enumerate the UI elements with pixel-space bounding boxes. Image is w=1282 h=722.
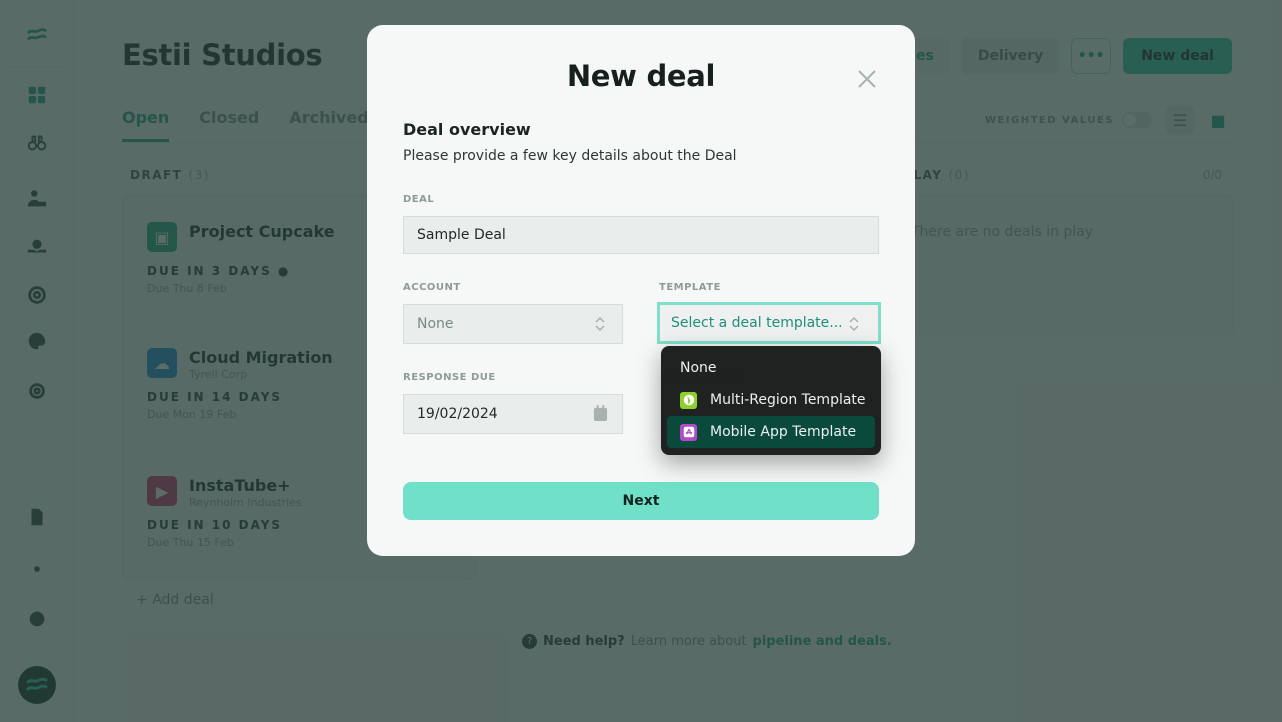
deal-name-value: Sample Deal [417,227,506,243]
chevron-up-down-icon [848,315,860,337]
template-option-multi-region[interactable]: Multi-Region Template [667,384,875,416]
deal-name-input[interactable]: Sample Deal [403,216,879,254]
globe-icon [680,391,697,409]
template-placeholder: Select a deal template... [671,315,843,331]
chevron-up-down-icon [594,315,606,337]
modal-title: New deal [566,59,716,93]
account-select[interactable]: None [403,304,623,344]
calendar-icon[interactable] [593,405,608,426]
response-due-label: RESPONSE DUE [403,372,496,383]
template-select[interactable]: Select a deal template... [657,302,881,344]
template-option-none[interactable]: None [667,352,875,384]
response-due-input[interactable]: 19/02/2024 [403,394,623,434]
section-title: Deal overview [403,120,531,139]
account-value: None [417,316,454,332]
option-label: Multi-Region Template [710,392,866,408]
option-label: None [680,360,717,376]
template-option-mobile-app[interactable]: Mobile App Template [667,416,875,448]
close-icon[interactable] [855,67,879,91]
response-due-value: 19/02/2024 [417,406,498,422]
next-button[interactable]: Next [403,482,879,520]
template-dropdown-menu: None Multi-Region Template Mobile App Te… [661,346,881,455]
template-field-label: TEMPLATE [659,282,721,293]
app-store-icon [680,423,697,441]
section-subtitle: Please provide a few key details about t… [403,148,737,164]
option-label: Mobile App Template [710,424,857,440]
account-field-label: ACCOUNT [403,282,461,293]
deal-field-label: DEAL [403,194,435,205]
new-deal-modal: New deal Deal overview Please provide a … [367,25,915,556]
